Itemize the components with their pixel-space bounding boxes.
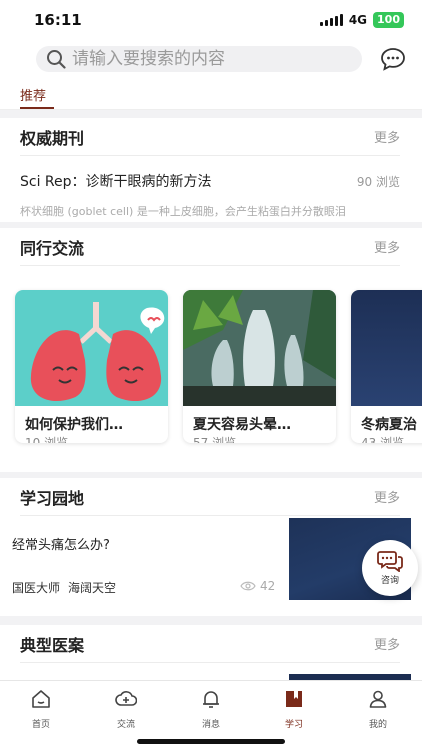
cloud-plus-icon bbox=[115, 691, 138, 706]
journals-more-link[interactable]: 更多 bbox=[374, 127, 400, 146]
user-icon bbox=[369, 690, 387, 708]
search-input[interactable] bbox=[72, 49, 352, 69]
peer-card-title: 冬病夏治 bbox=[361, 417, 417, 433]
category-tabs: 推荐 bbox=[0, 78, 422, 110]
status-bar: 16:11 4G 100 bbox=[0, 0, 422, 40]
tabbar-exchange[interactable]: 交流 bbox=[96, 689, 156, 730]
section-title: 学习园地 bbox=[20, 488, 85, 508]
bell-icon bbox=[203, 691, 219, 708]
study-section: 学习园地 更多 经常头痛怎么办? 国医大师 海阔天空 42 bbox=[0, 478, 422, 616]
cases-more-link[interactable]: 更多 bbox=[374, 634, 400, 653]
book-icon bbox=[286, 691, 302, 707]
journal-item-desc: 杯状细胞 (goblet cell) 是一种上皮细胞，会产生粘蛋白并分散眼泪 bbox=[20, 205, 346, 218]
tabbar-profile[interactable]: 我的 bbox=[348, 689, 408, 730]
peer-card-title: 如何保护我们… bbox=[25, 417, 123, 433]
peer-card[interactable]: 冬病夏治 43 浏览 bbox=[351, 290, 422, 443]
status-time: 16:11 bbox=[34, 11, 82, 29]
journal-item-views: 90 浏览 bbox=[356, 175, 400, 189]
search-bar bbox=[0, 40, 422, 78]
peer-card[interactable]: 如何保护我们… 10 浏览 bbox=[15, 290, 168, 443]
consult-chat-icon bbox=[377, 551, 403, 572]
study-item-authors: 国医大师 海阔天空 bbox=[12, 579, 116, 596]
night-sky-photo bbox=[351, 290, 422, 406]
network-label: 4G bbox=[348, 13, 368, 27]
study-more-link[interactable]: 更多 bbox=[374, 487, 400, 506]
consult-label: 咨询 bbox=[380, 576, 399, 586]
study-author: 海阔天空 bbox=[68, 581, 117, 595]
consult-button[interactable]: 咨询 bbox=[362, 540, 418, 596]
peers-more-link[interactable]: 更多 bbox=[374, 237, 400, 256]
chat-bubble-icon[interactable] bbox=[380, 47, 406, 71]
section-title: 典型医案 bbox=[20, 635, 85, 655]
journal-item-title[interactable]: Sci Rep：诊断干眼病的新方法 bbox=[20, 171, 212, 191]
peers-header: 同行交流 更多 bbox=[20, 228, 400, 266]
tabbar-home[interactable]: 首页 bbox=[11, 689, 71, 730]
eye-icon bbox=[240, 581, 256, 591]
fountain-photo bbox=[183, 290, 336, 406]
tab-active-indicator bbox=[20, 107, 54, 109]
section-title: 权威期刊 bbox=[20, 128, 85, 148]
search-box[interactable] bbox=[36, 46, 362, 72]
study-author: 国医大师 bbox=[12, 581, 61, 595]
peer-card-views: 43 浏览 bbox=[361, 436, 405, 443]
lungs-illustration bbox=[15, 290, 168, 406]
home-indicator bbox=[137, 739, 285, 744]
home-icon bbox=[32, 690, 50, 708]
study-item-views: 42 bbox=[240, 579, 275, 593]
study-header: 学习园地 更多 bbox=[20, 478, 400, 516]
signal-icon bbox=[319, 14, 343, 26]
peer-card[interactable]: 夏天容易头晕… 57 浏览 bbox=[183, 290, 336, 443]
battery-icon: 100 bbox=[373, 12, 404, 28]
peer-card-views: 57 浏览 bbox=[193, 436, 237, 443]
journals-section: 权威期刊 更多 Sci Rep：诊断干眼病的新方法 90 浏览 杯状细胞 (go… bbox=[0, 118, 422, 222]
tabbar-study[interactable]: 学习 bbox=[264, 689, 324, 730]
journals-header: 权威期刊 更多 bbox=[20, 118, 400, 156]
peer-card-title: 夏天容易头晕… bbox=[193, 417, 291, 433]
study-item-question[interactable]: 经常头痛怎么办? bbox=[12, 534, 110, 553]
search-icon bbox=[47, 50, 66, 69]
tab-recommend[interactable]: 推荐 bbox=[20, 85, 46, 104]
section-title: 同行交流 bbox=[20, 238, 85, 258]
cases-header: 典型医案 更多 bbox=[20, 625, 400, 663]
peers-section: 同行交流 更多 如何保护我们… 10 浏览 夏天容易头晕… 57 浏览 冬病夏治… bbox=[0, 228, 422, 472]
cases-section: 典型医案 更多 bbox=[0, 625, 422, 685]
tabbar-messages[interactable]: 消息 bbox=[181, 689, 241, 730]
peer-card-views: 10 浏览 bbox=[25, 436, 69, 443]
status-indicators: 4G 100 bbox=[319, 12, 404, 28]
peers-card-carousel[interactable]: 如何保护我们… 10 浏览 夏天容易头晕… 57 浏览 冬病夏治 43 浏览 bbox=[0, 276, 422, 456]
